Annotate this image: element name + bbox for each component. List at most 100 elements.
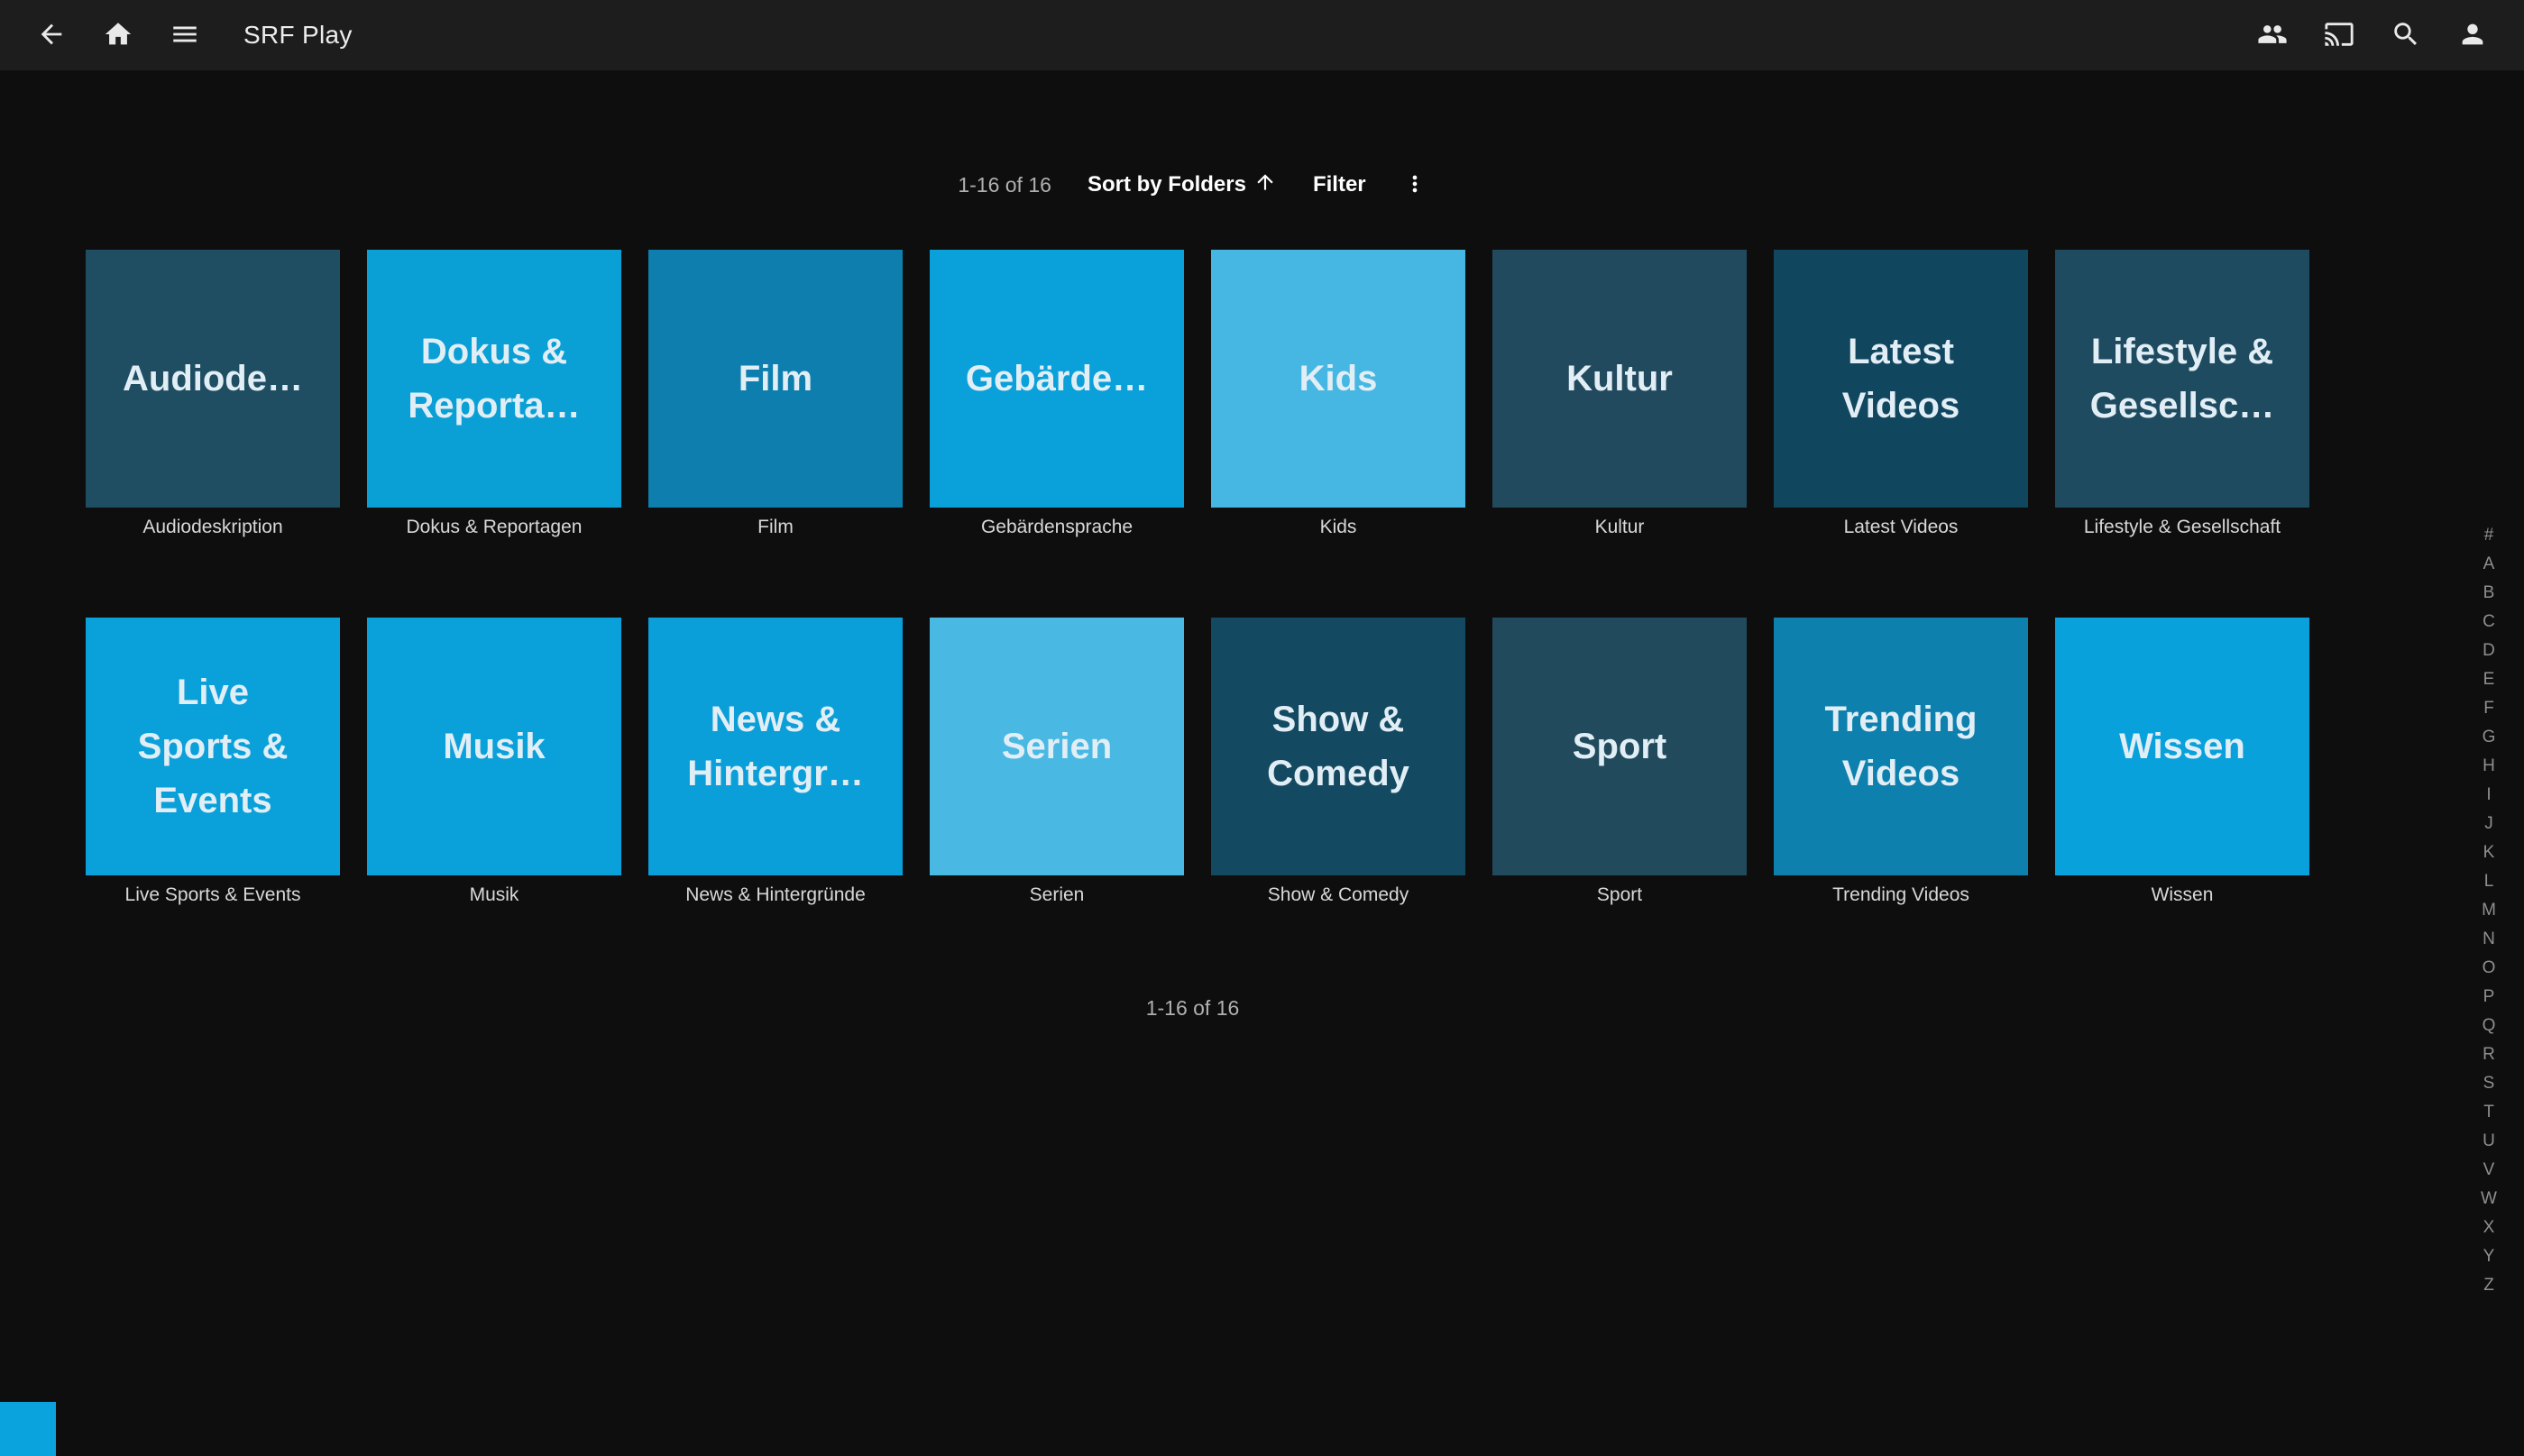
folder-caption: Latest Videos [1774, 517, 2028, 538]
alphabet-letter[interactable]: J [2475, 810, 2502, 838]
list-toolbar: 1-16 of 16 Sort by Folders Filter [0, 164, 2385, 206]
folder-tile-label: Kultur [1523, 352, 1716, 406]
scroll-indicator[interactable] [0, 1402, 56, 1456]
folder-caption: Dokus & Reportagen [367, 517, 621, 538]
folder-tile[interactable]: Kultur [1492, 250, 1747, 508]
folder-item: Latest Videos Latest Videos [1774, 250, 2028, 538]
folder-caption: Musik [367, 884, 621, 906]
alphabet-letter[interactable]: C [2475, 608, 2502, 636]
cast-button[interactable] [2310, 6, 2368, 64]
folder-tile[interactable]: Lifestyle & Gesellsc… [2055, 250, 2309, 508]
back-icon [36, 19, 67, 52]
alphabet-letter[interactable]: F [2475, 694, 2502, 723]
filter-button-label: Filter [1313, 172, 1366, 197]
folder-caption: News & Hintergründe [648, 884, 903, 906]
profile-button[interactable] [2444, 6, 2501, 64]
folder-item: Serien Serien [930, 618, 1184, 906]
alphabet-letter[interactable]: M [2475, 896, 2502, 925]
alphabet-letter[interactable]: X [2475, 1213, 2502, 1242]
folder-item: Kids Kids [1211, 250, 1465, 538]
folder-caption: Kids [1211, 517, 1465, 538]
folder-tile[interactable]: News & Hintergr… [648, 618, 903, 875]
folder-item: Kultur Kultur [1492, 250, 1747, 538]
folder-caption: Wissen [2055, 884, 2309, 906]
alphabet-letter[interactable]: H [2475, 752, 2502, 781]
folder-tile[interactable]: Live Sports & Events [86, 618, 340, 875]
page-title: SRF Play [243, 21, 353, 50]
alphabet-letter[interactable]: B [2475, 579, 2502, 608]
folder-tile[interactable]: Musik [367, 618, 621, 875]
folder-item: Musik Musik [367, 618, 621, 906]
folder-caption: Kultur [1492, 517, 1747, 538]
alphabet-index: #ABCDEFGHIJKLMNOPQRSTUVWXYZ [2475, 521, 2502, 1300]
folder-tile-label: Wissen [2086, 719, 2279, 774]
menu-icon [170, 19, 200, 52]
home-icon [103, 19, 133, 52]
folder-item: Sport Sport [1492, 618, 1747, 906]
top-bar-left: SRF Play [18, 6, 353, 64]
folder-caption: Serien [930, 884, 1184, 906]
alphabet-letter[interactable]: T [2475, 1098, 2502, 1127]
alphabet-letter[interactable]: Y [2475, 1242, 2502, 1271]
folder-item: Film Film [648, 250, 903, 538]
folder-tile-label: Live Sports & Events [116, 665, 309, 828]
alphabet-letter[interactable]: L [2475, 867, 2502, 896]
alphabet-letter[interactable]: Q [2475, 1012, 2502, 1040]
search-icon [2391, 19, 2421, 52]
filter-button[interactable]: Filter [1313, 172, 1366, 197]
folder-item: News & Hintergr… News & Hintergründe [648, 618, 903, 906]
folder-caption: Trending Videos [1774, 884, 2028, 906]
alphabet-letter[interactable]: P [2475, 983, 2502, 1012]
folder-item: Dokus & Reporta… Dokus & Reportagen [367, 250, 621, 538]
folder-tile[interactable]: Trending Videos [1774, 618, 2028, 875]
top-bar-right [2239, 6, 2506, 64]
sort-button[interactable]: Sort by Folders [1088, 170, 1277, 200]
alphabet-letter[interactable]: Z [2475, 1271, 2502, 1300]
folder-caption: Show & Comedy [1211, 884, 1465, 906]
folder-tile[interactable]: Sport [1492, 618, 1747, 875]
alphabet-letter[interactable]: K [2475, 838, 2502, 867]
alphabet-letter[interactable]: O [2475, 954, 2502, 983]
alphabet-letter[interactable]: U [2475, 1127, 2502, 1156]
folder-item: Live Sports & Events Live Sports & Event… [86, 618, 340, 906]
alphabet-letter[interactable]: G [2475, 723, 2502, 752]
folder-item: Lifestyle & Gesellsc… Lifestyle & Gesell… [2055, 250, 2309, 538]
folder-tile[interactable]: Gebärde… [930, 250, 1184, 508]
alphabet-letter[interactable]: E [2475, 665, 2502, 694]
search-button[interactable] [2377, 6, 2435, 64]
more-options-button[interactable] [1402, 171, 1427, 199]
folder-tile[interactable]: Wissen [2055, 618, 2309, 875]
folder-tile-label: Latest Videos [1804, 325, 1997, 433]
folder-tile[interactable]: Latest Videos [1774, 250, 2028, 508]
folder-tile[interactable]: Serien [930, 618, 1184, 875]
alphabet-letter[interactable]: S [2475, 1069, 2502, 1098]
folder-tile-label: Film [679, 352, 872, 406]
folder-tile[interactable]: Film [648, 250, 903, 508]
folder-tile-label: Serien [960, 719, 1153, 774]
folder-tile[interactable]: Show & Comedy [1211, 618, 1465, 875]
group-icon [2257, 19, 2288, 52]
alphabet-letter[interactable]: N [2475, 925, 2502, 954]
menu-button[interactable] [156, 6, 214, 64]
folder-tile[interactable]: Audiode… [86, 250, 340, 508]
kebab-menu-icon [1402, 171, 1427, 199]
alphabet-letter[interactable]: V [2475, 1156, 2502, 1185]
alphabet-letter[interactable]: D [2475, 636, 2502, 665]
alphabet-letter[interactable]: # [2475, 521, 2502, 550]
folder-tile-label: Show & Comedy [1242, 692, 1435, 801]
alphabet-letter[interactable]: A [2475, 550, 2502, 579]
folder-caption: Gebärdensprache [930, 517, 1184, 538]
folder-item: Gebärde… Gebärdensprache [930, 250, 1184, 538]
alphabet-letter[interactable]: W [2475, 1185, 2502, 1213]
folder-tile[interactable]: Kids [1211, 250, 1465, 508]
folder-tile-label: Audiode… [116, 352, 309, 406]
home-button[interactable] [89, 6, 147, 64]
alphabet-letter[interactable]: I [2475, 781, 2502, 810]
top-bar: SRF Play [0, 0, 2524, 70]
back-button[interactable] [23, 6, 80, 64]
folder-tile[interactable]: Dokus & Reporta… [367, 250, 621, 508]
alphabet-letter[interactable]: R [2475, 1040, 2502, 1069]
folder-tile-label: Kids [1242, 352, 1435, 406]
folder-tile-label: Sport [1523, 719, 1716, 774]
group-button[interactable] [2244, 6, 2301, 64]
